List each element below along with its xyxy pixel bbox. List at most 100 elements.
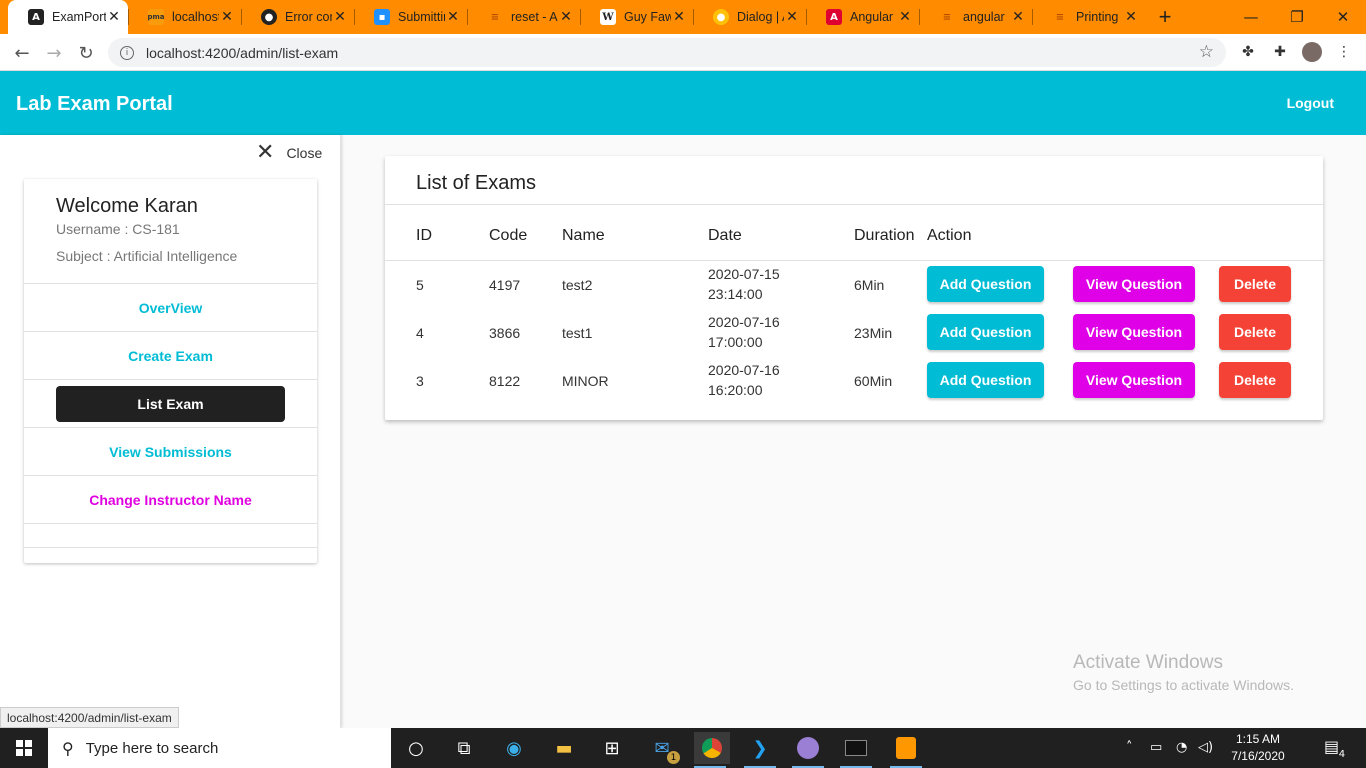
view-question-button[interactable]: View Question — [1073, 266, 1195, 302]
browser-tab[interactable]: ● Error cor ✕ — [241, 0, 354, 34]
tab-label: angular — [963, 10, 1005, 24]
terminal-icon[interactable] — [840, 732, 872, 768]
sidebar-item-label: Create Exam — [128, 347, 213, 364]
browser-toolbar: ← → ↻ i localhost:4200/admin/list-exam ☆… — [0, 34, 1366, 71]
phpmyadmin-icon: pma — [147, 9, 165, 25]
volume-icon[interactable]: ◁) — [1198, 740, 1213, 755]
info-icon[interactable]: i — [120, 45, 134, 60]
task-view-icon[interactable]: ⧉ — [448, 732, 480, 764]
reload-icon[interactable]: ↻ — [72, 39, 100, 67]
close-icon[interactable]: ✕ — [219, 9, 235, 25]
extension-icon[interactable]: ✤ — [1238, 42, 1258, 62]
edge-icon[interactable]: ◉ — [498, 732, 530, 764]
subject-text: Subject : Artificial Intelligence — [56, 248, 238, 264]
logout-button[interactable]: Logout — [1287, 95, 1334, 111]
battery-icon[interactable]: ▭ — [1150, 740, 1162, 755]
browser-tab[interactable]: pma localhost ✕ — [128, 0, 241, 34]
close-icon[interactable]: ✕ — [445, 9, 461, 25]
mail-icon[interactable]: ✉ 1 — [646, 732, 680, 764]
browser-tab[interactable]: ▪ Submittin ✕ — [354, 0, 467, 34]
column-header-id: ID — [416, 227, 432, 244]
github-icon: ● — [261, 9, 277, 25]
close-icon[interactable]: ✕ — [558, 9, 574, 25]
restore-icon[interactable]: ❐ — [1274, 0, 1320, 34]
close-icon[interactable]: ✕ — [106, 9, 122, 25]
back-icon[interactable]: ← — [8, 39, 36, 67]
browser-tab[interactable]: ≡ Printing ✕ — [1032, 0, 1145, 34]
cell-code: 3866 — [489, 325, 521, 341]
close-icon[interactable]: ✕ — [1123, 9, 1139, 25]
cell-date-day: 2020-07-16 — [708, 314, 780, 330]
cell-id: 5 — [416, 277, 424, 293]
view-question-button[interactable]: View Question — [1073, 362, 1195, 398]
chrome-icon[interactable] — [694, 732, 730, 768]
taskbar-clock[interactable]: 1:15 AM 7/16/2020 — [1226, 731, 1290, 765]
close-window-icon[interactable]: ✕ — [1320, 0, 1366, 34]
cell-name: test1 — [562, 325, 593, 341]
close-icon: ✕ — [256, 140, 275, 165]
avatar[interactable] — [1302, 42, 1322, 62]
column-header-name: Name — [562, 227, 605, 244]
sidebar-item-view-submissions[interactable]: View Submissions — [24, 427, 317, 475]
start-button[interactable] — [0, 728, 48, 768]
clock-time: 1:15 AM — [1235, 732, 1281, 746]
tab-label: Error cor — [285, 10, 332, 24]
browser-tab[interactable]: A Angular ✕ — [806, 0, 919, 34]
taskbar-search[interactable]: ⚲ Type here to search — [48, 728, 391, 768]
close-label: Close — [286, 145, 323, 161]
close-icon[interactable]: ✕ — [332, 9, 348, 25]
sidebar-item-label: List Exam — [56, 385, 285, 422]
cell-date: 2020-07-16 16:20:00 — [708, 360, 780, 400]
sidebar-divider — [24, 547, 317, 563]
close-sidebar-button[interactable]: ✕ Close — [256, 140, 323, 165]
cell-date-day: 2020-07-15 — [708, 266, 780, 282]
browser-tab[interactable]: ≡ reset - A ✕ — [467, 0, 580, 34]
windows-logo-icon — [16, 740, 32, 756]
stackoverflow-icon: ≡ — [1055, 11, 1065, 23]
puzzle-icon[interactable]: ✚ — [1270, 42, 1290, 62]
browser-tab[interactable]: A ExamPort ✕ — [8, 0, 128, 34]
app-header: Lab Exam Portal Logout — [0, 71, 1366, 135]
sidebar-item-list-exam[interactable]: List Exam — [24, 379, 317, 427]
delete-button[interactable]: Delete — [1219, 362, 1291, 398]
delete-button[interactable]: Delete — [1219, 314, 1291, 350]
add-question-button[interactable]: Add Question — [927, 362, 1044, 398]
sidebar-item-label: Change Instructor Name — [89, 491, 252, 508]
angular-icon: A — [826, 9, 842, 25]
file-explorer-icon[interactable]: ▬ — [548, 732, 580, 764]
new-tab-button[interactable]: + — [1145, 0, 1185, 34]
add-question-button[interactable]: Add Question — [927, 266, 1044, 302]
address-url[interactable]: localhost:4200/admin/list-exam — [146, 45, 338, 61]
store-icon[interactable]: ⊞ — [596, 732, 628, 764]
sidebar-item-create-exam[interactable]: Create Exam — [24, 331, 317, 379]
wifi-icon[interactable]: ◔ — [1176, 740, 1187, 755]
add-question-button[interactable]: Add Question — [927, 314, 1044, 350]
vscode-icon[interactable]: ❯ — [744, 732, 776, 768]
bookmark-star-icon[interactable]: ☆ — [1199, 42, 1214, 62]
browser-tab[interactable]: W Guy Fawk ✕ — [580, 0, 693, 34]
sublime-icon[interactable] — [890, 732, 922, 768]
github-desktop-icon[interactable] — [792, 732, 824, 768]
notification-icon[interactable]: ▤ 4 — [1324, 737, 1345, 760]
view-question-button[interactable]: View Question — [1073, 314, 1195, 350]
close-icon[interactable]: ✕ — [671, 9, 687, 25]
close-icon[interactable]: ✕ — [784, 9, 800, 25]
sidebar-item-overview[interactable]: OverView — [24, 283, 317, 331]
sidebar-item-change-instructor-name[interactable]: Change Instructor Name — [24, 475, 317, 523]
browser-tab[interactable]: ● Dialog | A ✕ — [693, 0, 806, 34]
delete-button[interactable]: Delete — [1219, 266, 1291, 302]
browser-tab[interactable]: ≡ angular ✕ — [919, 0, 1032, 34]
chevron-up-icon[interactable]: ˄ — [1126, 740, 1133, 755]
cell-duration: 6Min — [854, 277, 885, 293]
stackoverflow-icon: ≡ — [490, 11, 500, 23]
minimize-icon[interactable]: — — [1228, 0, 1274, 34]
cortana-icon[interactable]: ○ — [400, 732, 432, 764]
exam-list-card: List of Exams ID Code Name Date Duration… — [385, 156, 1323, 420]
column-header-code: Code — [489, 227, 528, 244]
address-bar[interactable]: i localhost:4200/admin/list-exam ☆ — [108, 38, 1226, 67]
profile-card: Welcome Karan Username : CS-181 Subject … — [24, 179, 317, 563]
close-icon[interactable]: ✕ — [897, 9, 913, 25]
menu-dots-icon[interactable]: ⋮ — [1334, 42, 1354, 62]
forward-icon[interactable]: → — [40, 39, 68, 67]
close-icon[interactable]: ✕ — [1010, 9, 1026, 25]
